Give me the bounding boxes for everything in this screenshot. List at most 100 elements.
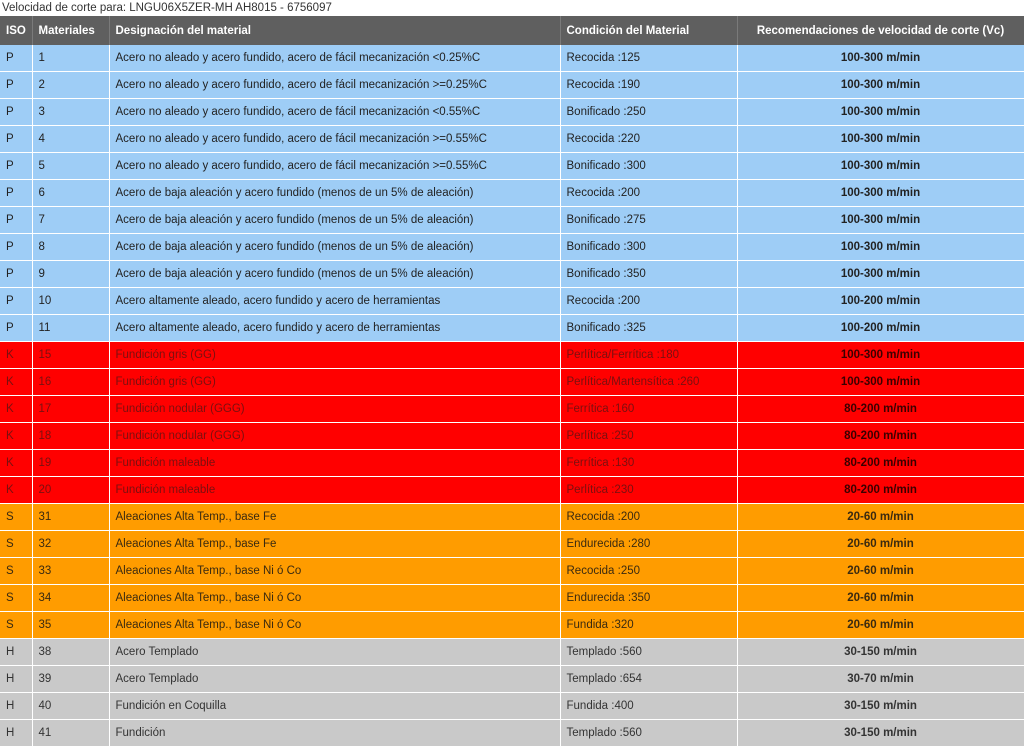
table-row: P 10 Acero altamente aleado, acero fundido… [0,287,1024,315]
cell-designation: Acero no aleado y acero fundido, acero d… [109,152,561,180]
cell-material-number: 8 [32,233,110,261]
cell-iso: P [0,287,33,315]
cell-cutting-speed: 100-300 m/min [737,71,1024,99]
cell-material-number: 1 [32,45,110,72]
table-row: K 19 Fundición maleable Ferrítica :130 80-20… [0,449,1024,477]
cell-material-number: 31 [32,503,110,531]
cell-designation: Fundición maleable [109,476,561,504]
cell-condition: Bonificado :350 [560,260,738,288]
cell-iso: P [0,71,33,99]
cell-condition: Templado :654 [560,665,738,693]
cell-material-number: 11 [32,314,110,342]
cell-condition: Recocida :200 [560,287,738,315]
table-row: P 1 Acero no aleado y acero fundido, acero… [0,45,1024,72]
cell-designation: Acero de baja aleación y acero fundido (… [109,206,561,234]
cell-iso: H [0,719,33,747]
table-row: S 34 Aleaciones Alta Temp., base Ni ó Co En… [0,584,1024,612]
cell-designation: Fundición gris (GG) [109,368,561,396]
cell-cutting-speed: 100-300 m/min [737,125,1024,153]
cell-condition: Recocida :250 [560,557,738,585]
cell-designation: Acero no aleado y acero fundido, acero d… [109,71,561,99]
cell-designation: Acero no aleado y acero fundido, acero d… [109,45,561,72]
cell-material-number: 7 [32,206,110,234]
cell-cutting-speed: 30-150 m/min [737,719,1024,747]
table-row: S 31 Aleaciones Alta Temp., base Fe Recocid… [0,503,1024,531]
header-materials: Materiales [32,16,110,45]
cell-cutting-speed: 30-70 m/min [737,665,1024,693]
cell-designation: Acero de baja aleación y acero fundido (… [109,233,561,261]
cell-material-number: 40 [32,692,110,720]
table-row: S 32 Aleaciones Alta Temp., base Fe Endurec… [0,530,1024,558]
cell-designation: Aleaciones Alta Temp., base Ni ó Co [109,557,561,585]
cell-designation: Aleaciones Alta Temp., base Ni ó Co [109,584,561,612]
cell-cutting-speed: 20-60 m/min [737,611,1024,639]
cell-condition: Templado :560 [560,719,738,747]
table-header-row: ISO Materiales Designación del material … [0,16,1024,45]
table-row: P 4 Acero no aleado y acero fundido, acero… [0,125,1024,153]
cell-condition: Recocida :125 [560,45,738,72]
cell-condition: Recocida :200 [560,503,738,531]
cell-iso: P [0,45,33,72]
cell-cutting-speed: 20-60 m/min [737,503,1024,531]
cell-material-number: 39 [32,665,110,693]
header-cutting-speed: Recomendaciones de velocidad de corte (V… [737,16,1024,45]
cell-condition: Perlítica :230 [560,476,738,504]
table-row: H 38 Acero Templado Templado :560 30-150 m/m… [0,638,1024,666]
table-row: P 7 Acero de baja aleación y acero fundido… [0,206,1024,234]
cell-cutting-speed: 100-300 m/min [737,233,1024,261]
table-row: P 6 Acero de baja aleación y acero fundido… [0,179,1024,207]
cell-material-number: 4 [32,125,110,153]
cell-material-number: 33 [32,557,110,585]
cell-iso: S [0,584,33,612]
cell-iso: K [0,395,33,423]
cell-cutting-speed: 30-150 m/min [737,692,1024,720]
header-iso: ISO [0,16,33,45]
cell-designation: Aleaciones Alta Temp., base Fe [109,530,561,558]
cell-material-number: 19 [32,449,110,477]
cell-material-number: 41 [32,719,110,747]
table-row: K 16 Fundición gris (GG) Perlítica/Martensí… [0,368,1024,396]
cell-condition: Bonificado :300 [560,233,738,261]
cell-iso: K [0,341,33,369]
table-row: P 3 Acero no aleado y acero fundido, acero… [0,98,1024,126]
cell-cutting-speed: 100-200 m/min [737,314,1024,342]
table-body: P 1 Acero no aleado y acero fundido, acero… [0,45,1024,747]
cell-condition: Endurecida :280 [560,530,738,558]
cell-designation: Fundición nodular (GGG) [109,422,561,450]
cell-iso: S [0,611,33,639]
table-row: K 17 Fundición nodular (GGG) Ferrítica :160… [0,395,1024,423]
table-row: H 41 Fundición Templado :560 30-150 m/min [0,719,1024,747]
page-title: Velocidad de corte para: LNGU06X5ZER-MH … [2,2,332,14]
cell-condition: Perlítica/Ferrítica :180 [560,341,738,369]
cell-cutting-speed: 100-300 m/min [737,206,1024,234]
cell-iso: P [0,260,33,288]
cell-iso: P [0,98,33,126]
cell-iso: H [0,692,33,720]
cell-iso: K [0,476,33,504]
cell-cutting-speed: 100-300 m/min [737,45,1024,72]
cell-material-number: 18 [32,422,110,450]
cell-material-number: 38 [32,638,110,666]
cell-cutting-speed: 100-300 m/min [737,179,1024,207]
table-row: K 18 Fundición nodular (GGG) Perlítica :250… [0,422,1024,450]
cell-material-number: 35 [32,611,110,639]
table-row: P 11 Acero altamente aleado, acero fundido… [0,314,1024,342]
cell-designation: Fundición [109,719,561,747]
header-designation: Designación del material [109,16,561,45]
cell-iso: K [0,422,33,450]
cell-material-number: 5 [32,152,110,180]
cell-condition: Perlítica/Martensítica :260 [560,368,738,396]
cell-iso: S [0,503,33,531]
cell-cutting-speed: 20-60 m/min [737,584,1024,612]
cell-cutting-speed: 20-60 m/min [737,557,1024,585]
cell-material-number: 20 [32,476,110,504]
cell-material-number: 32 [32,530,110,558]
cell-material-number: 6 [32,179,110,207]
cell-cutting-speed: 80-200 m/min [737,476,1024,504]
table-row: S 35 Aleaciones Alta Temp., base Ni ó Co Fu… [0,611,1024,639]
cell-iso: K [0,449,33,477]
table-row: P 5 Acero no aleado y acero fundido, acero… [0,152,1024,180]
cell-cutting-speed: 80-200 m/min [737,422,1024,450]
cell-iso: P [0,233,33,261]
cell-cutting-speed: 20-60 m/min [737,530,1024,558]
